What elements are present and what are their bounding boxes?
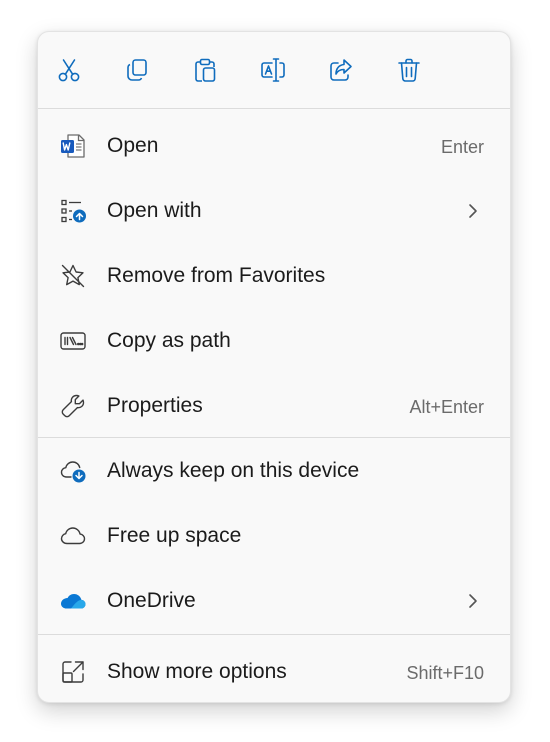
menu-item-always-keep[interactable]: Always keep on this device <box>38 439 510 503</box>
toolbar-divider <box>38 108 510 109</box>
section-divider <box>38 634 510 635</box>
cloud-icon <box>58 522 88 550</box>
wrench-icon <box>58 392 88 420</box>
rename-button[interactable] <box>257 54 289 86</box>
menu-item-label: Remove from Favorites <box>107 264 326 287</box>
menu-item-label: Free up space <box>107 524 242 547</box>
copy-button[interactable] <box>121 54 153 86</box>
menu-item-label: Open with <box>107 199 202 222</box>
paste-button[interactable] <box>189 54 221 86</box>
menu-item-show-more-options[interactable]: Show more options Shift+F10 <box>38 640 510 704</box>
menu-item-open-with[interactable]: Open with <box>38 179 510 243</box>
menu-item-free-up-space[interactable]: Free up space <box>38 504 510 568</box>
menu-item-label: Show more options <box>107 660 287 683</box>
expand-icon <box>58 658 88 686</box>
scissors-icon <box>58 59 80 82</box>
delete-button[interactable] <box>393 54 425 86</box>
menu-item-properties[interactable]: Properties Alt+Enter <box>38 374 510 438</box>
chevron-right-icon <box>469 204 477 218</box>
cut-button[interactable] <box>53 54 85 86</box>
shortcut-text: Shift+F10 <box>406 663 484 683</box>
copy-icon <box>127 59 147 81</box>
share-icon <box>330 59 352 81</box>
share-button[interactable] <box>325 54 357 86</box>
rename-icon <box>261 58 285 82</box>
menu-item-label: Copy as path <box>107 329 231 352</box>
context-menu-toolbar <box>38 32 510 108</box>
menu-item-open[interactable]: Open Enter <box>38 114 510 178</box>
shortcut-text: Alt+Enter <box>409 397 484 417</box>
menu-item-label: Open <box>107 134 159 157</box>
section-divider <box>38 437 510 438</box>
star-off-icon <box>58 262 88 290</box>
path-icon <box>58 327 88 355</box>
menu-item-label: Always keep on this device <box>107 459 360 482</box>
word-document-icon <box>58 132 88 160</box>
menu-item-label: Properties <box>107 394 203 417</box>
menu-item-copy-as-path[interactable]: Copy as path <box>38 309 510 373</box>
onedrive-icon <box>58 587 88 615</box>
menu-item-onedrive[interactable]: OneDrive <box>38 569 510 633</box>
menu-item-remove-favorites[interactable]: Remove from Favorites <box>38 244 510 308</box>
shortcut-text: Enter <box>440 137 484 157</box>
trash-icon <box>398 58 420 82</box>
open-with-icon <box>58 197 88 225</box>
chevron-right-icon <box>469 594 477 608</box>
clipboard-icon <box>195 58 216 82</box>
menu-item-label: OneDrive <box>107 589 196 612</box>
cloud-download-icon <box>58 457 88 485</box>
context-menu: Open Enter Open with Remove from Favorit… <box>37 31 511 703</box>
